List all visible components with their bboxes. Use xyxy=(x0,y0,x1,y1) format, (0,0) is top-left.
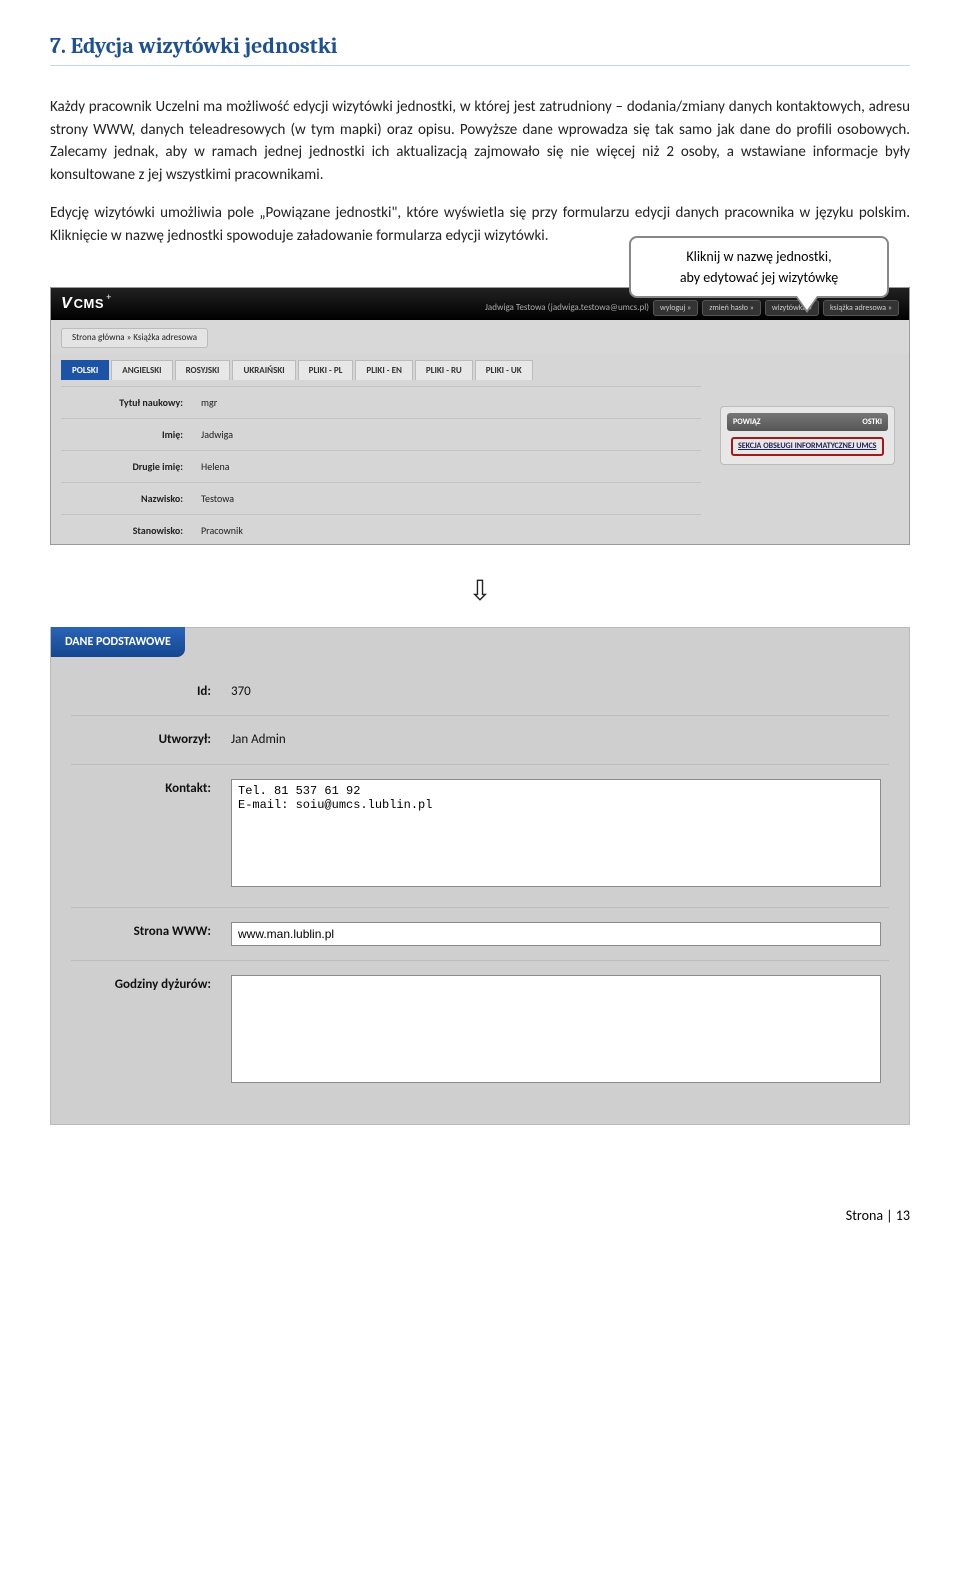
cms-content-area: POLSKI ANGIELSKI ROSYJSKI UKRAIŃSKI PLIK… xyxy=(51,354,909,544)
tab-rosyjski[interactable]: ROSYJSKI xyxy=(175,360,231,381)
value-id: 370 xyxy=(231,682,889,702)
label-www: Strona WWW: xyxy=(71,922,231,942)
textarea-contact[interactable] xyxy=(231,779,881,887)
row-www: Strona WWW: xyxy=(71,907,889,960)
tab-pliki-pl[interactable]: PLIKI - PL xyxy=(298,360,354,381)
row-contact: Kontakt: xyxy=(71,764,889,908)
value-middlename: Helena xyxy=(201,459,230,474)
cms-logo: V CMS + xyxy=(61,292,111,316)
topbar-link-addressbook[interactable]: książka adresowa » xyxy=(823,300,899,316)
section-heading: 7. Edycja wizytówki jednostki xyxy=(50,30,910,66)
label-hours: Godziny dyżurów: xyxy=(71,975,231,995)
cms-screenshot-bottom: DANE PODSTAWOWE Id: 370 Utworzył: Jan Ad… xyxy=(50,627,910,1125)
value-title: mgr xyxy=(201,395,217,410)
row-lastname: Nazwisko:Testowa xyxy=(61,482,701,514)
paragraph-1: Każdy pracownik Uczelni ma możliwość edy… xyxy=(50,96,910,186)
arrow-down-icon: ⇩ xyxy=(50,570,910,612)
tab-pliki-uk[interactable]: PLIKI - UK xyxy=(475,360,533,381)
value-position: Pracownik xyxy=(201,523,243,538)
cms-screenshot-top: Kliknij w nazwę jednostki, aby edytować … xyxy=(50,287,910,545)
page-footer: Strona | 13 xyxy=(50,1205,910,1226)
label-lastname: Nazwisko: xyxy=(61,491,201,506)
topbar-link-password[interactable]: zmień hasło » xyxy=(702,300,761,316)
label-created: Utworzył: xyxy=(71,730,231,750)
logo-cms: CMS xyxy=(74,294,104,314)
tab-polski[interactable]: POLSKI xyxy=(61,360,109,381)
unit-form: Id: 370 Utworzył: Jan Admin Kontakt: Str… xyxy=(51,658,909,1124)
topbar-link-logout[interactable]: wyloguj » xyxy=(653,300,698,316)
row-id: Id: 370 xyxy=(71,668,889,716)
label-contact: Kontakt: xyxy=(71,779,231,799)
label-id: Id: xyxy=(71,682,231,702)
value-lastname: Testowa xyxy=(201,491,234,506)
sidepanel-head-right: OSTKI xyxy=(862,416,882,428)
breadcrumb[interactable]: Strona główna » Książka adresowa xyxy=(61,328,208,348)
row-title: Tytuł naukowy:mgr xyxy=(61,386,701,418)
sidepanel-head-left: POWIĄZ xyxy=(733,417,761,427)
row-position: Stanowisko:Pracownik xyxy=(61,514,701,544)
label-firstname: Imię: xyxy=(61,427,201,442)
row-firstname: Imię:Jadwiga xyxy=(61,418,701,450)
row-hours: Godziny dyżurów: xyxy=(71,960,889,1104)
tab-ukrainski[interactable]: UKRAIŃSKI xyxy=(232,360,295,381)
label-middlename: Drugie imię: xyxy=(61,459,201,474)
textarea-hours[interactable] xyxy=(231,975,881,1083)
row-middlename: Drugie imię:Helena xyxy=(61,450,701,482)
label-title: Tytuł naukowy: xyxy=(61,395,201,410)
tab-pliki-ru[interactable]: PLIKI - RU xyxy=(415,360,473,381)
tab-angielski[interactable]: ANGIELSKI xyxy=(111,360,172,381)
value-created: Jan Admin xyxy=(231,730,889,750)
tab-pliki-en[interactable]: PLIKI - EN xyxy=(355,360,412,381)
logo-v: V xyxy=(61,292,72,316)
callout-box: Kliknij w nazwę jednostki, aby edytować … xyxy=(629,236,889,298)
sidepanel-related-units: POWIĄZ OSTKI SEKCJA OBSŁUGI INFORMATYCZN… xyxy=(720,406,895,466)
value-firstname: Jadwiga xyxy=(201,427,233,442)
person-form: Tytuł naukowy:mgr Imię:Jadwiga Drugie im… xyxy=(61,386,701,544)
breadcrumb-strip: Strona główna » Książka adresowa xyxy=(51,320,909,354)
row-created: Utworzył: Jan Admin xyxy=(71,715,889,764)
callout-text: Kliknij w nazwę jednostki, aby edytować … xyxy=(680,248,838,286)
topbar-rightmenu: Jadwiga Testowa (jadwiga.testowa@umcs.pl… xyxy=(485,300,899,316)
topbar-username: Jadwiga Testowa (jadwiga.testowa@umcs.pl… xyxy=(485,301,649,315)
logo-plus-icon: + xyxy=(106,291,111,305)
language-tabs: POLSKI ANGIELSKI ROSYJSKI UKRAIŃSKI PLIK… xyxy=(61,360,899,381)
label-position: Stanowisko: xyxy=(61,523,201,538)
input-www[interactable] xyxy=(231,922,881,946)
sidepanel-heading: POWIĄZ OSTKI xyxy=(727,413,888,431)
section-ribbon: DANE PODSTAWOWE xyxy=(51,627,185,657)
unit-link-highlighted[interactable]: SEKCJA OBSŁUGI INFORMATYCZNEJ UMCS xyxy=(731,437,884,457)
